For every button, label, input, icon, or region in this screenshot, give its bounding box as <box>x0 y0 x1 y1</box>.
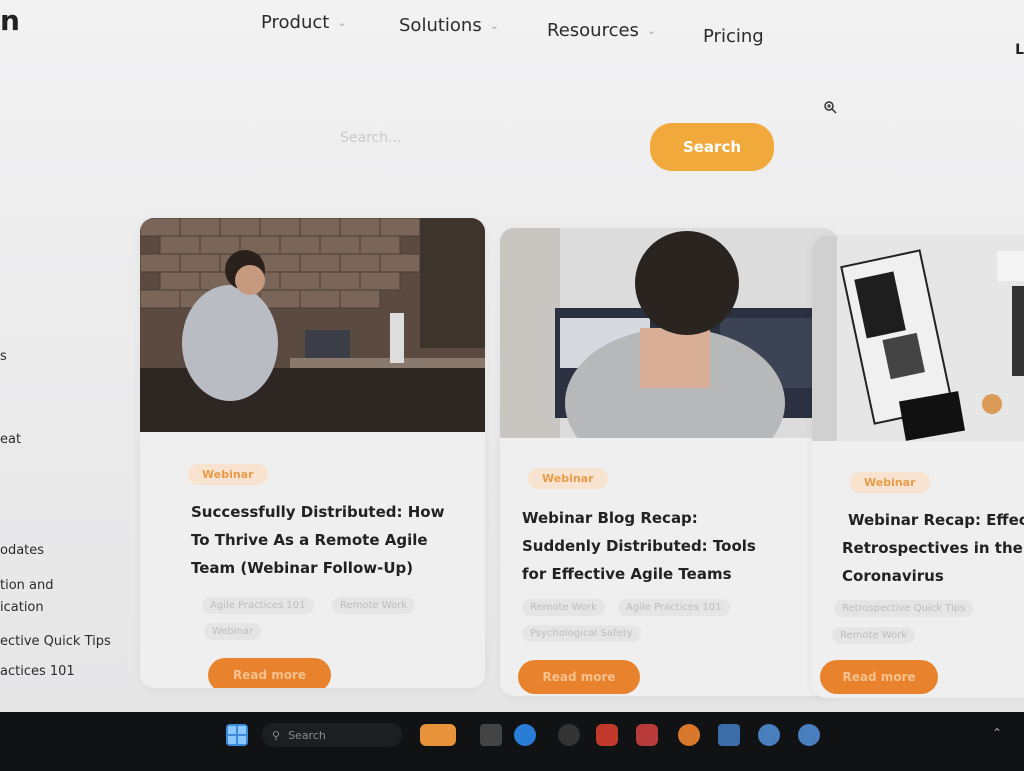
whatsapp-icon[interactable] <box>558 724 580 746</box>
article-card[interactable]: Webinar Webinar Recap: Effect Retrospect… <box>812 236 1024 698</box>
article-title-line: To Thrive As a Remote Agile <box>191 531 428 549</box>
nav-solutions-label: Solutions <box>399 15 482 36</box>
nav-resources-label: Resources <box>547 20 639 41</box>
chrome-icon[interactable] <box>758 724 780 746</box>
top-navigation: Product ⌄ Solutions ⌄ Resources ⌄ Pricin… <box>0 12 1024 52</box>
firefox-icon[interactable] <box>678 724 700 746</box>
sidebar-item[interactable]: odates <box>0 543 44 558</box>
vivaldi-icon[interactable] <box>636 724 658 746</box>
read-more-button[interactable]: Read more <box>820 660 938 694</box>
tag-pill[interactable]: Agile Practices 101 <box>618 599 730 616</box>
chevron-down-icon: ⌄ <box>489 19 499 32</box>
nav-pricing-label: Pricing <box>703 26 764 47</box>
tag-pill[interactable]: Retrospective Quick Tips <box>834 600 974 617</box>
article-image[interactable] <box>500 228 837 438</box>
chrome-profile-icon[interactable] <box>798 724 820 746</box>
nav-product[interactable]: Product ⌄ <box>261 12 347 33</box>
search-input[interactable] <box>328 118 628 158</box>
tag-pill[interactable]: Agile Practices 101 <box>202 597 314 614</box>
article-title-line: Coronavirus <box>842 567 944 585</box>
sidebar-item[interactable]: eat <box>0 432 21 447</box>
article-title-line: Team (Webinar Follow-Up) <box>191 559 414 577</box>
article-image[interactable] <box>140 218 485 432</box>
chevron-down-icon: ⌄ <box>646 24 657 37</box>
nav-product-label: Product <box>261 12 330 33</box>
article-title-line: Webinar Recap: Effect <box>848 511 1024 529</box>
article-title-line: for Effective Agile Teams <box>522 565 732 583</box>
tag-pill[interactable]: Remote Work <box>522 599 606 616</box>
sidebar-item[interactable]: ication <box>0 600 44 615</box>
read-more-button[interactable]: Read more <box>208 658 331 688</box>
brave-browser-icon[interactable] <box>596 724 618 746</box>
nav-resources[interactable]: Resources ⌄ <box>547 20 656 41</box>
tag-pill[interactable]: Webinar <box>204 623 262 640</box>
article-title-line: Successfully Distributed: How <box>191 503 445 521</box>
article-title-line: Retrospectives in the A <box>842 539 1024 557</box>
article-title-line: Suddenly Distributed: Tools <box>522 537 756 555</box>
article-title-line: Webinar Blog Recap: <box>522 509 698 527</box>
sidebar-item[interactable]: tion and <box>0 578 54 593</box>
nav-pricing[interactable]: Pricing <box>703 26 764 47</box>
search-button[interactable]: Search <box>650 123 774 171</box>
start-icon[interactable] <box>226 724 248 746</box>
search-icon: ⚲ <box>272 728 281 742</box>
article-card[interactable]: Webinar Webinar Blog Recap: Suddenly Dis… <box>500 228 837 696</box>
widgets-icon[interactable] <box>420 724 456 746</box>
app-grid-icon[interactable] <box>718 724 740 746</box>
article-title[interactable]: Successfully Distributed: How To Thrive … <box>191 498 444 582</box>
tray-chevron-up-icon[interactable]: ⌃ <box>992 726 1002 740</box>
tag-pill[interactable]: Psychological Safety <box>522 625 641 642</box>
sidebar-item[interactable]: s <box>0 349 7 364</box>
taskbar-search[interactable]: ⚲ Search <box>262 723 402 747</box>
zoom-cursor-icon <box>823 100 837 118</box>
article-image[interactable] <box>812 236 1024 441</box>
read-more-button[interactable]: Read more <box>518 660 640 694</box>
taskbar-search-label: Search <box>288 728 326 742</box>
sidebar-item[interactable]: actices 101 <box>0 664 75 679</box>
file-explorer-icon[interactable] <box>480 724 502 746</box>
taskbar <box>0 712 1024 771</box>
sidebar-item[interactable]: ective Quick Tips <box>0 634 111 649</box>
tag-pill[interactable]: Remote Work <box>832 627 916 644</box>
article-title[interactable]: Webinar Blog Recap: Suddenly Distributed… <box>522 504 756 588</box>
category-badge: Webinar <box>188 464 268 485</box>
category-badge: Webinar <box>850 472 930 493</box>
chevron-down-icon: ⌄ <box>337 16 347 29</box>
category-badge: Webinar <box>528 468 608 489</box>
login-link[interactable]: L <box>1015 42 1024 58</box>
article-title[interactable]: Webinar Recap: Effect Retrospectives in … <box>842 506 1024 590</box>
tag-pill[interactable]: Remote Work <box>332 597 416 614</box>
edge-browser-icon[interactable] <box>514 724 536 746</box>
browser-viewport: n Product ⌄ Solutions ⌄ Resources ⌄ Pric… <box>0 0 1024 712</box>
nav-solutions[interactable]: Solutions ⌄ <box>399 15 499 36</box>
article-card[interactable]: Webinar Successfully Distributed: How To… <box>140 218 485 688</box>
